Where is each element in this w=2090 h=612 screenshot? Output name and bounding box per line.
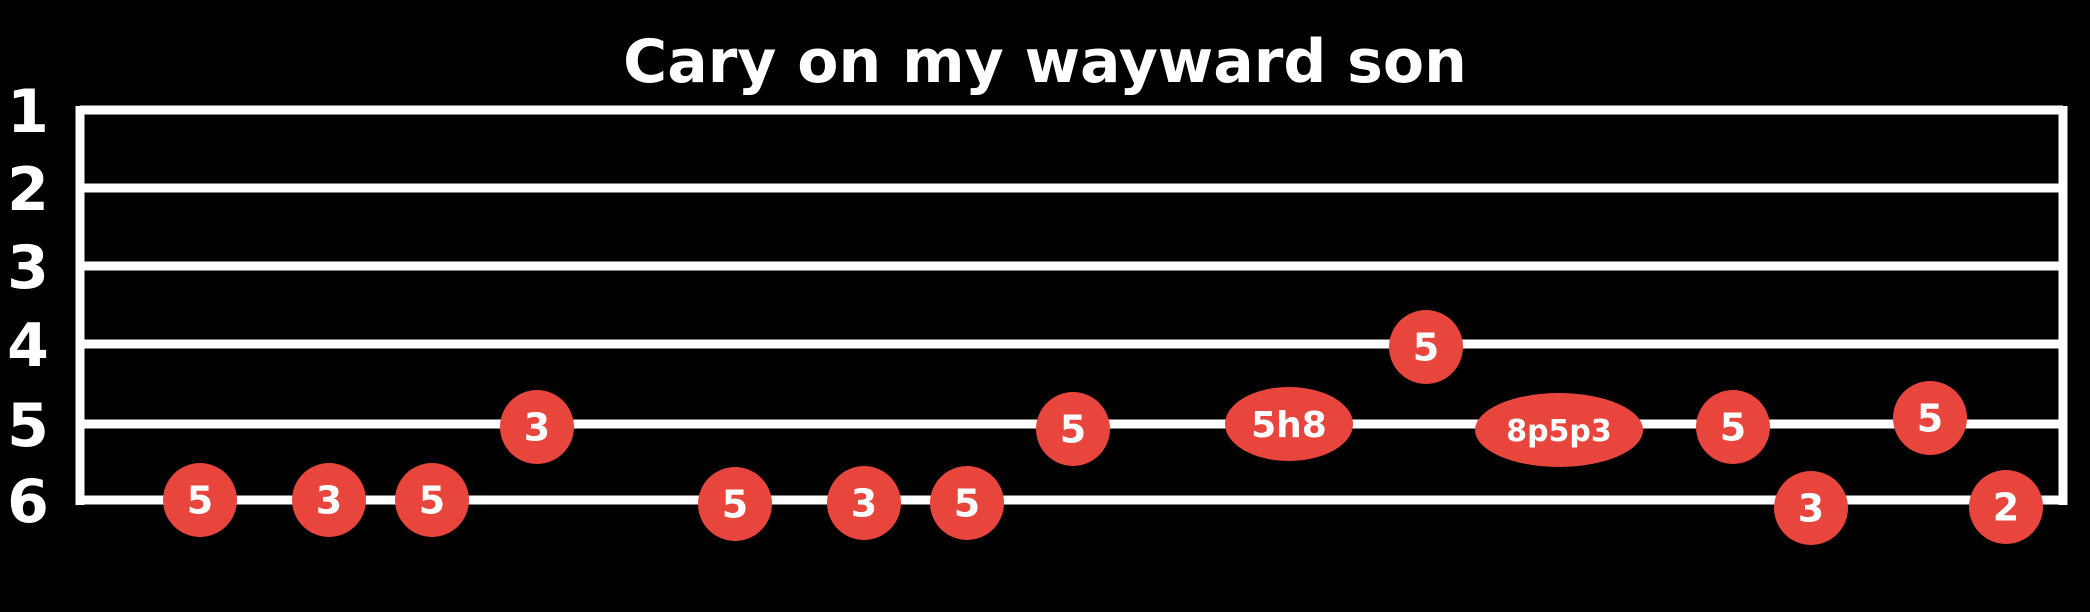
string-number-2: 2 xyxy=(7,155,49,225)
tab-note: 5 xyxy=(395,463,469,537)
note-fret-label: 2 xyxy=(1993,486,2019,530)
string-number-5: 5 xyxy=(7,391,49,461)
note-fret-label: 3 xyxy=(851,482,877,526)
note-fret-label: 3 xyxy=(524,406,550,450)
note-fret-label: 5 xyxy=(1413,326,1439,370)
note-fret-label: 8p5p3 xyxy=(1506,414,1612,449)
tab-note: 8p5p3 xyxy=(1475,393,1643,467)
tab-note: 5 xyxy=(698,467,772,541)
tab-note: 3 xyxy=(827,466,901,540)
note-fret-label: 5h8 xyxy=(1251,405,1327,446)
note-fret-label: 5 xyxy=(1917,397,1943,441)
tab-note: 3 xyxy=(292,463,366,537)
note-fret-label: 5 xyxy=(1060,408,1086,452)
note-fret-label: 3 xyxy=(1798,487,1824,531)
string-number-3: 3 xyxy=(7,233,49,303)
tab-note: 5h8 xyxy=(1225,387,1353,461)
note-fret-label: 5 xyxy=(419,479,445,523)
note-fret-label: 5 xyxy=(187,479,213,523)
tab-note: 3 xyxy=(1774,471,1848,545)
tab-note: 2 xyxy=(1969,470,2043,544)
tab-title: Cary on my wayward son xyxy=(623,27,1467,97)
tab-note: 5 xyxy=(1036,392,1110,466)
note-fret-label: 5 xyxy=(1720,406,1746,450)
guitar-tab-diagram: Cary on my wayward son 1 2 3 4 5 6 5 3 5 3 5… xyxy=(0,0,2090,612)
note-fret-label: 5 xyxy=(954,482,980,526)
note-fret-label: 3 xyxy=(316,479,342,523)
tab-note: 5 xyxy=(1389,310,1463,384)
string-number-6: 6 xyxy=(7,467,49,537)
note-fret-label: 5 xyxy=(722,483,748,527)
tab-note: 5 xyxy=(1696,390,1770,464)
string-number-4: 4 xyxy=(7,311,49,381)
tab-note: 3 xyxy=(500,390,574,464)
tab-note: 5 xyxy=(1893,381,1967,455)
string-number-1: 1 xyxy=(7,77,49,147)
tab-note: 5 xyxy=(163,463,237,537)
tab-note: 5 xyxy=(930,466,1004,540)
